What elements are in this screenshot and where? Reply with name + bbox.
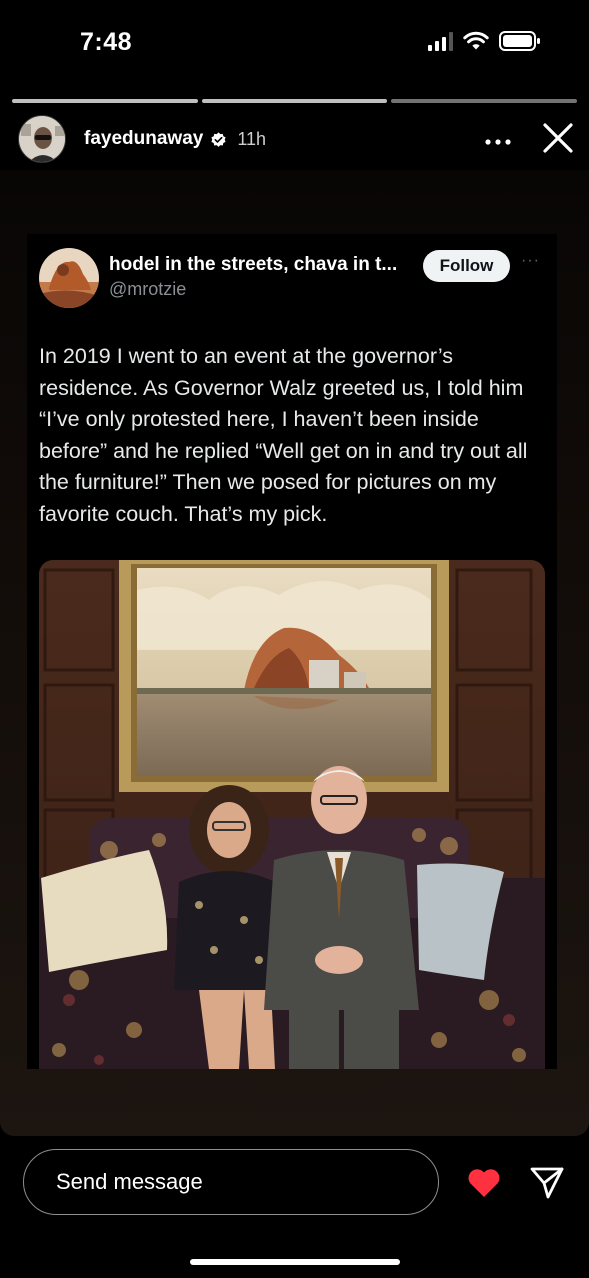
battery-icon [499, 31, 540, 51]
send-icon[interactable] [529, 1164, 565, 1200]
tweet-handle[interactable]: @mrotzie [109, 279, 186, 300]
more-icon[interactable] [485, 126, 511, 152]
heart-icon[interactable] [466, 1165, 502, 1199]
story-username[interactable]: fayedunaway [84, 128, 203, 150]
tweet-more-icon[interactable]: ··· [521, 252, 540, 270]
story-progress-segment [201, 99, 388, 103]
tweet-display-name[interactable]: hodel in the streets, chava in t... [109, 254, 397, 276]
wifi-icon [463, 31, 489, 50]
follow-button[interactable]: Follow [423, 250, 510, 282]
tweet-text: In 2019 I went to an event at the govern… [39, 344, 528, 526]
status-icons [428, 30, 541, 52]
tweet-photo[interactable] [39, 560, 545, 1069]
tweet-card[interactable]: hodel in the streets, chava in t... @mro… [27, 234, 557, 1069]
story-timestamp: 11h [237, 128, 267, 149]
send-message-input[interactable]: Send message [23, 1149, 439, 1215]
story-header: fayedunaway 11h [18, 114, 578, 164]
story-progress-segment [391, 99, 578, 103]
close-icon[interactable] [540, 120, 576, 156]
status-bar: 7:48 [0, 0, 589, 90]
verified-badge-icon [211, 131, 226, 147]
status-time: 7:48 [80, 28, 133, 56]
cellular-signal-icon [428, 31, 453, 51]
story-progress [12, 99, 578, 103]
story-avatar[interactable] [18, 115, 66, 163]
tweet-avatar[interactable] [39, 248, 99, 308]
home-indicator[interactable] [190, 1259, 400, 1265]
story-progress-segment [12, 99, 198, 103]
